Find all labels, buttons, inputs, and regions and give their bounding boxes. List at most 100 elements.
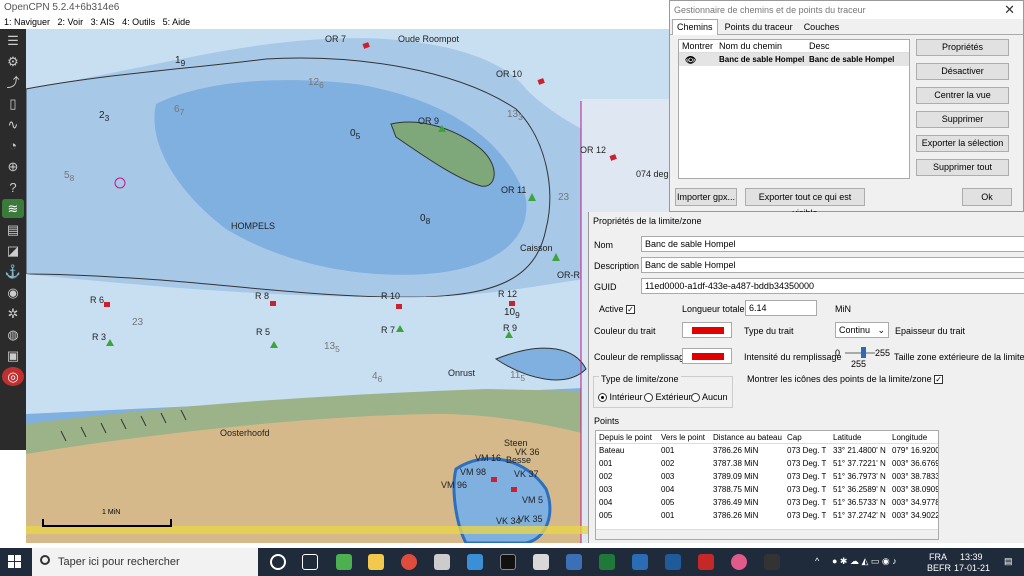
length-field[interactable]: 6.14	[745, 300, 817, 316]
col-cap[interactable]: Cap	[787, 433, 802, 442]
route-icon[interactable]: ⤴	[2, 73, 24, 92]
horizontal-scrollbar[interactable]	[596, 529, 938, 539]
menu-naviguer[interactable]: 1: Naviguer	[4, 17, 50, 27]
points-row[interactable]: 004 005 3786.49 MiN 073 Deg. T 51° 36.5733' …	[596, 496, 938, 509]
points-table[interactable]: Depuis le point Vers le point Distance a…	[595, 430, 939, 540]
chrome-icon[interactable]	[401, 554, 417, 570]
menu-aide[interactable]: 5: Aide	[163, 17, 191, 27]
help-icon[interactable]: ?	[2, 178, 24, 197]
eye-icon[interactable]: 👁	[685, 55, 696, 66]
utorrent-icon[interactable]	[336, 554, 352, 570]
show-icons-checkbox[interactable]: Montrer les icônes des points de la limi…	[747, 374, 944, 385]
col-nom[interactable]: Nom du chemin	[719, 41, 782, 51]
col-distance[interactable]: Distance au bateau	[713, 433, 782, 442]
properties-button[interactable]: Propriétés	[916, 39, 1009, 56]
export-selection-button[interactable]: Exporter la sélection ...	[916, 135, 1009, 163]
fill-color-swatch[interactable]	[682, 348, 732, 364]
slider-thumb[interactable]	[861, 347, 866, 358]
menu-outils[interactable]: 4: Outils	[122, 17, 155, 27]
col-to[interactable]: Vers le point	[661, 433, 705, 442]
cortana-icon[interactable]	[270, 554, 286, 570]
language-indicator[interactable]: FRA	[929, 552, 947, 562]
app-icon[interactable]	[764, 554, 780, 570]
keyboard-layout[interactable]: BEFR	[927, 563, 951, 573]
compass-icon[interactable]: ✲	[2, 304, 24, 323]
mob-icon[interactable]: ◎	[2, 367, 24, 386]
tray-icons[interactable]: ● ✱ ☁ ◭ ▭ ◉ ♪	[832, 556, 897, 567]
instrument-icon[interactable]: ▣	[2, 346, 24, 365]
export-visible-button[interactable]: Exporter tout ce qui est visible	[745, 188, 865, 218]
app-icon[interactable]	[632, 554, 648, 570]
name-field[interactable]: Banc de sable Hompel	[641, 236, 1024, 252]
excel-icon[interactable]	[599, 554, 615, 570]
clock-time[interactable]: 13:39	[960, 552, 983, 562]
zoom-in-icon[interactable]: ⊕	[2, 157, 24, 176]
mail-icon[interactable]	[467, 554, 483, 570]
chart-icon[interactable]: ▤	[2, 220, 24, 239]
active-checkbox[interactable]: Active ✓	[599, 304, 636, 315]
delete-button[interactable]: Supprimer	[916, 111, 1009, 128]
app-icon[interactable]	[665, 554, 681, 570]
waypoint-icon[interactable]: ▯	[2, 94, 24, 113]
task-view-icon[interactable]	[302, 554, 318, 570]
tray-chevron-icon[interactable]: ^	[815, 556, 819, 566]
ais-icon[interactable]: ◉	[2, 283, 24, 302]
import-gpx-button[interactable]: Importer gpx...	[675, 188, 737, 206]
points-row[interactable]: 001 002 3787.38 MiN 073 Deg. T 51° 37.7221' …	[596, 457, 938, 470]
deactivate-button[interactable]: Désactiver	[916, 63, 1009, 80]
settings-icon[interactable]: ⚙	[2, 52, 24, 71]
description-label: Description	[594, 261, 640, 271]
track-icon[interactable]: ∿	[2, 115, 24, 134]
windows-start-icon[interactable]	[8, 555, 22, 569]
tab-couches[interactable]: Couches	[800, 20, 844, 36]
layers-icon[interactable]: ◪	[2, 241, 24, 260]
delete-all-button[interactable]: Supprimer tout	[916, 159, 1009, 176]
tab-chemins[interactable]: Chemins	[672, 19, 718, 35]
tide-icon[interactable]: ≋	[2, 199, 24, 218]
radio-aucun[interactable]: Aucun	[691, 392, 728, 403]
buoy-label: R 3	[92, 332, 107, 342]
tab-points-traceur[interactable]: Points du traceur	[721, 20, 797, 36]
col-desc[interactable]: Desc	[809, 41, 830, 51]
line-type-select[interactable]: Continu ⌄	[835, 322, 889, 338]
points-row[interactable]: Bateau 001 3786.26 MiN 073 Deg. T 33° 21.480…	[596, 444, 938, 457]
fill-intensity-slider[interactable]	[845, 352, 875, 354]
menu-icon[interactable]: ☰	[2, 31, 24, 50]
acrobat-icon[interactable]	[698, 554, 714, 570]
dashboard-icon[interactable]: ◍	[2, 325, 24, 344]
app-icon[interactable]	[731, 554, 747, 570]
chart-canvas[interactable]: Oude Roompot HOMPELS Caisson Onrust Oost…	[26, 29, 670, 543]
points-row[interactable]: 003 004 3788.75 MiN 073 Deg. T 51° 36.2589' …	[596, 483, 938, 496]
app-icon[interactable]	[434, 554, 450, 570]
center-view-button[interactable]: Centrer la vue	[916, 87, 1009, 104]
radio-interieur[interactable]: Intérieur	[598, 392, 643, 403]
ok-button[interactable]: Ok	[962, 188, 1012, 206]
ownship-icon[interactable]: ◔	[2, 136, 24, 155]
col-longitude[interactable]: Longitude	[892, 433, 927, 442]
taskbar-search[interactable]: Taper ici pour rechercher	[32, 548, 258, 576]
app-icon[interactable]	[500, 554, 516, 570]
points-row[interactable]: 005 001 3786.26 MiN 073 Deg. T 51° 37.2742' …	[596, 509, 938, 522]
file-explorer-icon[interactable]	[368, 554, 384, 570]
points-header: Depuis le point Vers le point Distance a…	[596, 431, 938, 444]
notification-icon[interactable]: ▤	[1004, 556, 1013, 567]
name-label: Nom	[594, 240, 614, 250]
col-from[interactable]: Depuis le point	[599, 433, 652, 442]
clock-date[interactable]: 17-01-21	[954, 563, 990, 573]
menu-ais[interactable]: 3: AIS	[91, 17, 115, 27]
menu-voir[interactable]: 2: Voir	[58, 17, 84, 27]
col-latitude[interactable]: Latitude	[833, 433, 861, 442]
guid-field[interactable]: 11ed0000-a1df-433e-a487-bddb34350000	[641, 278, 1024, 294]
radio-exterieur[interactable]: Extérieur	[644, 392, 692, 403]
col-montrer[interactable]: Montrer	[682, 41, 713, 51]
anchor-icon[interactable]: ⚓	[2, 262, 24, 281]
route-row[interactable]: 👁 Banc de sable Hompel Banc de sable Hom…	[679, 53, 909, 66]
calculator-icon[interactable]	[566, 554, 582, 570]
line-color-swatch[interactable]	[682, 322, 732, 338]
close-icon[interactable]: ✕	[1004, 1, 1015, 19]
description-field[interactable]: Banc de sable Hompel	[641, 257, 1024, 273]
route-list[interactable]: Montrer Nom du chemin Desc 👁 Banc de sab…	[678, 39, 910, 179]
opencpn-icon[interactable]	[533, 554, 549, 570]
points-row[interactable]: 002 003 3789.09 MiN 073 Deg. T 51° 36.7973' …	[596, 470, 938, 483]
buoy-label: R 9	[503, 323, 518, 333]
